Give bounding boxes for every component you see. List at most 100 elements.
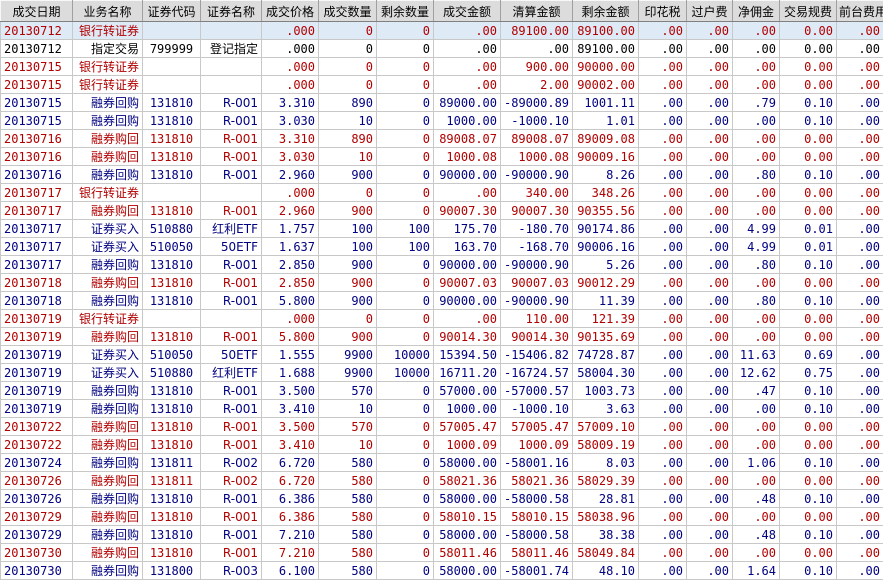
table-row[interactable]: 20130717证券买入51005050ETF1.637100100163.70… (1, 238, 883, 256)
cell-amount: .00 (434, 184, 501, 202)
cell-remaining-amount: 58004.30 (573, 364, 639, 382)
col-header-net-commission[interactable]: 净佣金 (733, 1, 780, 22)
col-header-remaining-amount[interactable]: 剩余金额 (573, 1, 639, 22)
table-row[interactable]: 20130715银行转证券.00000.002.0090002.00.00.00… (1, 76, 883, 94)
cell-amount: 58000.00 (434, 526, 501, 544)
cell-transfer-fee: .00 (687, 58, 733, 76)
col-header-trade-date[interactable]: 成交日期 (1, 1, 73, 22)
col-header-trading-fee[interactable]: 交易规费 (780, 1, 837, 22)
table-row[interactable]: 20130715融券回购131810R-0013.310890089000.00… (1, 94, 883, 112)
cell-transfer-fee: .00 (687, 292, 733, 310)
cell-security-name: 登记指定 (201, 40, 262, 58)
table-row[interactable]: 20130715银行转证券.00000.00900.0090000.00.00.… (1, 58, 883, 76)
cell-amount: 58021.36 (434, 472, 501, 490)
cell-security-code: 131810 (143, 544, 201, 562)
table-row[interactable]: 20130719融券回购131810R-0013.4101001000.00-1… (1, 400, 883, 418)
cell-remaining-amount: 58009.19 (573, 436, 639, 454)
table-row[interactable]: 20130729融券回购131810R-0017.210580058000.00… (1, 526, 883, 544)
table-row[interactable]: 20130730融券回购131800R-0036.100580058000.00… (1, 562, 883, 580)
cell-trade-date: 20130724 (1, 454, 73, 472)
cell-amount: 1000.08 (434, 148, 501, 166)
cell-net-commission: .47 (733, 382, 780, 400)
col-header-amount[interactable]: 成交金额 (434, 1, 501, 22)
cell-price: 3.030 (262, 112, 319, 130)
cell-security-code: 131810 (143, 418, 201, 436)
cell-remaining-amount: 90009.16 (573, 148, 639, 166)
cell-remaining-quantity: 0 (377, 292, 434, 310)
table-row[interactable]: 20130719融券购回131810R-0015.800900090014.30… (1, 328, 883, 346)
cell-amount: 90000.00 (434, 166, 501, 184)
col-header-price[interactable]: 成交价格 (262, 1, 319, 22)
cell-remaining-amount: 89100.00 (573, 22, 639, 40)
table-row[interactable]: 20130717融券回购131810R-0012.850900090000.00… (1, 256, 883, 274)
col-header-quantity[interactable]: 成交数量 (319, 1, 377, 22)
table-row[interactable]: 20130716融券购回131810R-0013.0301001000.0810… (1, 148, 883, 166)
cell-stamp-tax: .00 (639, 382, 687, 400)
col-header-stamp-tax[interactable]: 印花税 (639, 1, 687, 22)
cell-front-fee: .00 (837, 22, 883, 40)
table-row[interactable]: 20130719融券回购131810R-0013.500570057000.00… (1, 382, 883, 400)
table-row[interactable]: 20130712银行转证券.00000.0089100.0089100.00.0… (1, 22, 883, 40)
table-row[interactable]: 20130724融券回购131811R-0026.720580058000.00… (1, 454, 883, 472)
col-header-transfer-fee[interactable]: 过户费 (687, 1, 733, 22)
table-row[interactable]: 20130719证券买入51005050ETF1.555990010000153… (1, 346, 883, 364)
table-row[interactable]: 20130722融券购回131810R-0013.500570057005.47… (1, 418, 883, 436)
cell-trade-date: 20130719 (1, 310, 73, 328)
table-row[interactable]: 20130715融券回购131810R-0013.0301001000.00-1… (1, 112, 883, 130)
table-row[interactable]: 20130717融券购回131810R-0012.960900090007.30… (1, 202, 883, 220)
col-header-front-fee[interactable]: 前台费用 (837, 1, 883, 22)
table-row[interactable]: 20130716融券购回131810R-0013.310890089008.07… (1, 130, 883, 148)
cell-remaining-quantity: 0 (377, 508, 434, 526)
cell-trading-fee: 0.00 (780, 274, 837, 292)
cell-security-code (143, 76, 201, 94)
cell-security-name (201, 310, 262, 328)
table-row[interactable]: 20130730融券购回131810R-0017.210580058011.46… (1, 544, 883, 562)
table-row[interactable]: 20130712指定交易799999登记指定.00000.00.0089100.… (1, 40, 883, 58)
table-row[interactable]: 20130722融券购回131810R-0013.4101001000.0910… (1, 436, 883, 454)
cell-settlement-amount: 110.00 (501, 310, 573, 328)
col-header-settlement-amount[interactable]: 清算金额 (501, 1, 573, 22)
cell-settlement-amount: -1000.10 (501, 400, 573, 418)
col-header-security-code[interactable]: 证券代码 (143, 1, 201, 22)
cell-business-name: 证券买入 (73, 238, 143, 256)
cell-remaining-quantity: 0 (377, 94, 434, 112)
cell-front-fee: .00 (837, 94, 883, 112)
cell-transfer-fee: .00 (687, 40, 733, 58)
table-row[interactable]: 20130718融券购回131810R-0012.850900090007.03… (1, 274, 883, 292)
cell-security-name (201, 22, 262, 40)
table-row[interactable]: 20130718融券回购131810R-0015.800900090000.00… (1, 292, 883, 310)
col-header-security-name[interactable]: 证券名称 (201, 1, 262, 22)
cell-front-fee: .00 (837, 490, 883, 508)
cell-trade-date: 20130716 (1, 148, 73, 166)
table-row[interactable]: 20130719证券买入510880红利ETF1.688990010000167… (1, 364, 883, 382)
transaction-table: 成交日期 业务名称 证券代码 证券名称 成交价格 成交数量 剩余数量 成交金额 … (0, 0, 883, 580)
table-row[interactable]: 20130726融券回购131810R-0016.386580058000.00… (1, 490, 883, 508)
cell-security-name: R-001 (201, 148, 262, 166)
cell-remaining-quantity: 100 (377, 238, 434, 256)
cell-price: 3.410 (262, 400, 319, 418)
table-row[interactable]: 20130729融券购回131810R-0016.386580058010.15… (1, 508, 883, 526)
cell-trade-date: 20130729 (1, 508, 73, 526)
table-row[interactable]: 20130716融券回购131810R-0012.960900090000.00… (1, 166, 883, 184)
cell-settlement-amount: 58010.15 (501, 508, 573, 526)
table-row[interactable]: 20130717银行转证券.00000.00340.00348.26.00.00… (1, 184, 883, 202)
cell-remaining-amount: 348.26 (573, 184, 639, 202)
table-row[interactable]: 20130717证券买入510880红利ETF1.757100100175.70… (1, 220, 883, 238)
table-row[interactable]: 20130719银行转证券.00000.00110.00121.39.00.00… (1, 310, 883, 328)
cell-net-commission: 11.63 (733, 346, 780, 364)
cell-remaining-quantity: 0 (377, 526, 434, 544)
cell-price: 3.500 (262, 418, 319, 436)
cell-price: 1.688 (262, 364, 319, 382)
col-header-business-name[interactable]: 业务名称 (73, 1, 143, 22)
cell-security-name: R-001 (201, 526, 262, 544)
cell-security-code: 131810 (143, 256, 201, 274)
cell-front-fee: .00 (837, 256, 883, 274)
cell-security-code (143, 58, 201, 76)
cell-trade-date: 20130730 (1, 544, 73, 562)
table-row[interactable]: 20130726融券购回131811R-0026.720580058021.36… (1, 472, 883, 490)
cell-amount: 89008.07 (434, 130, 501, 148)
col-header-remaining-quantity[interactable]: 剩余数量 (377, 1, 434, 22)
cell-security-name: 50ETF (201, 346, 262, 364)
cell-security-name: R-001 (201, 166, 262, 184)
cell-quantity: 0 (319, 58, 377, 76)
